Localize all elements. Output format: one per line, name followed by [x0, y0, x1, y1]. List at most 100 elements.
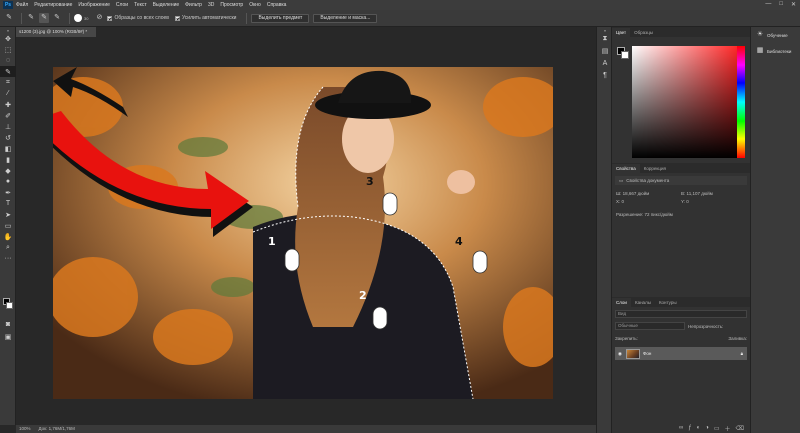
close-button[interactable]: ✕ [791, 1, 796, 8]
hand-tool-icon[interactable]: ✋ [0, 231, 16, 242]
minimize-button[interactable]: — [765, 1, 771, 8]
type-tool-icon[interactable]: T [0, 198, 16, 209]
move-tool-icon[interactable]: ✥ [0, 33, 16, 44]
link-icon[interactable]: ∞ [679, 425, 683, 431]
brush-tool-icon[interactable]: ✐ [0, 110, 16, 121]
menu-bar: Ps Файл Редактирование Изображение Слои … [0, 0, 800, 10]
background-color-swatch[interactable] [621, 51, 629, 59]
fx-icon[interactable]: ƒ [688, 425, 691, 431]
mask-icon[interactable]: ◐ [697, 425, 701, 431]
menu-type[interactable]: Текст [134, 2, 147, 8]
quick-mask-icon[interactable]: ◙ [0, 319, 16, 330]
rectangle-tool-icon[interactable]: ▭ [0, 220, 16, 231]
document-size: Док: 1,76M/1,76M [38, 426, 75, 431]
lasso-tool-icon[interactable]: ◌ [0, 55, 16, 66]
maximize-button[interactable]: □ [779, 1, 783, 8]
menu-view[interactable]: Просмотр [220, 2, 243, 8]
divider [21, 12, 22, 24]
trash-icon[interactable]: ⌫ [736, 425, 744, 432]
character-icon[interactable]: A [597, 57, 613, 69]
menu-help[interactable]: Справка [267, 2, 287, 8]
properties-header: ▭ Свойства документа [615, 176, 747, 185]
paragraph-icon[interactable]: ¶ [597, 69, 613, 81]
layer-kind-select[interactable]: Вид [615, 310, 747, 318]
panels-dock: Цвет Образцы Свойства Коррекция ▭ Свойст… [612, 27, 750, 433]
eyedropper-tool-icon[interactable]: ⁄ [0, 88, 16, 99]
blend-mode-select[interactable]: Обычные [615, 322, 685, 330]
tab-properties[interactable]: Свойства [612, 164, 640, 173]
tab-channels[interactable]: Каналы [631, 298, 655, 307]
gradient-tool-icon[interactable]: ▮ [0, 154, 16, 165]
history-icon[interactable]: ⧗ [597, 33, 613, 45]
clone-stamp-icon[interactable]: ⊥ [0, 121, 16, 132]
brush-preset-icon[interactable] [74, 14, 82, 22]
layer-row[interactable]: ◉ Фон 🔒︎ [615, 347, 747, 360]
more-tools-icon[interactable]: ··· [0, 253, 16, 264]
properties-title: Свойства документа [626, 178, 670, 183]
document-tab[interactable]: s1200 (3).jpg @ 100% (RGB/8#) * [16, 27, 96, 37]
background-color-swatch[interactable] [6, 302, 13, 309]
height-value[interactable]: 11,107 дюйм [687, 191, 713, 196]
auto-enhance-checkbox[interactable]: Усилить автоматически [174, 15, 236, 21]
menu-file[interactable]: Файл [16, 2, 28, 8]
brush-size[interactable]: 30 [84, 16, 88, 21]
healing-brush-icon[interactable]: ✚ [0, 99, 16, 110]
width-value[interactable]: 18,667 дюйм [623, 191, 650, 196]
dodge-tool-icon[interactable]: ● [0, 176, 16, 187]
hue-slider[interactable] [737, 46, 745, 158]
menu-layers[interactable]: Слои [116, 2, 128, 8]
marquee-tool-icon[interactable]: ⬚ [0, 44, 16, 55]
layer-name[interactable]: Фон [643, 351, 651, 356]
pen-tool-icon[interactable]: ✒ [0, 187, 16, 198]
history-brush-icon[interactable]: ↺ [0, 132, 16, 143]
tab-paths[interactable]: Контуры [655, 298, 681, 307]
subtract-from-selection-icon[interactable]: ✎ [52, 13, 62, 23]
photo-canvas[interactable]: 1 2 3 4 [53, 67, 553, 399]
learn-label: Обучение [767, 32, 788, 38]
brush-angle-icon[interactable]: ⊘ [94, 13, 104, 23]
tab-color[interactable]: Цвет [612, 28, 631, 37]
eraser-tool-icon[interactable]: ◧ [0, 143, 16, 154]
menu-window[interactable]: Окно [249, 2, 261, 8]
brush-settings-icon[interactable]: ▤ [597, 45, 613, 57]
zoom-level[interactable]: 100% [19, 425, 31, 433]
path-selection-icon[interactable]: ➤ [0, 209, 16, 220]
step-number: 3 [366, 175, 374, 188]
crop-tool-icon[interactable]: ⌗ [0, 77, 16, 88]
menu-filter[interactable]: Фильтр [185, 2, 202, 8]
select-and-mask-button[interactable]: Выделение и маска... [313, 13, 378, 23]
menu-edit[interactable]: Редактирование [34, 2, 72, 8]
color-panel: Цвет Образцы [612, 27, 750, 159]
divider [69, 12, 70, 24]
layers-footer: ∞ ƒ ◐ ◑ ▭ ＋ ⌫ [612, 423, 750, 433]
sample-all-layers-checkbox[interactable]: Образцы со всех слоев [107, 15, 169, 21]
quick-selection-icon[interactable]: ✎ [4, 13, 14, 23]
width-label: Ш: [616, 191, 622, 196]
zoom-tool-icon[interactable]: ⌕ [0, 242, 16, 253]
tab-adjustments[interactable]: Коррекция [640, 164, 670, 173]
adjustment-icon[interactable]: ◑ [705, 425, 709, 431]
divider [246, 12, 248, 24]
eye-icon[interactable]: ◉ [618, 351, 622, 357]
layers-panel-tabs: Слои Каналы Контуры [612, 297, 750, 307]
tab-swatches[interactable]: Образцы [630, 28, 657, 37]
learn-button[interactable]: ☀ Обучение [751, 27, 800, 43]
folder-icon[interactable]: ▭ [714, 425, 720, 432]
libraries-button[interactable]: ▦ Библиотеки [751, 43, 800, 59]
blur-tool-icon[interactable]: ◆ [0, 165, 16, 176]
new-selection-icon[interactable]: ✎ [26, 13, 36, 23]
menu-select[interactable]: Выделение [153, 2, 180, 8]
quick-selection-tool-icon[interactable]: ✎ [0, 66, 16, 77]
screen-mode-icon[interactable]: ▣ [0, 331, 16, 342]
y-value[interactable]: 0 [686, 199, 689, 204]
color-picker-field[interactable] [632, 46, 744, 158]
x-value[interactable]: 0 [622, 199, 625, 204]
add-to-selection-icon[interactable]: ✎ [39, 13, 49, 23]
step-number: 2 [359, 289, 367, 302]
new-layer-icon[interactable]: ＋ [725, 424, 731, 433]
height-label: В: [681, 191, 686, 196]
tab-layers[interactable]: Слои [612, 298, 631, 307]
select-subject-button[interactable]: Выделить предмет [251, 13, 310, 23]
menu-image[interactable]: Изображение [78, 2, 110, 8]
menu-3d[interactable]: 3D [208, 2, 214, 8]
